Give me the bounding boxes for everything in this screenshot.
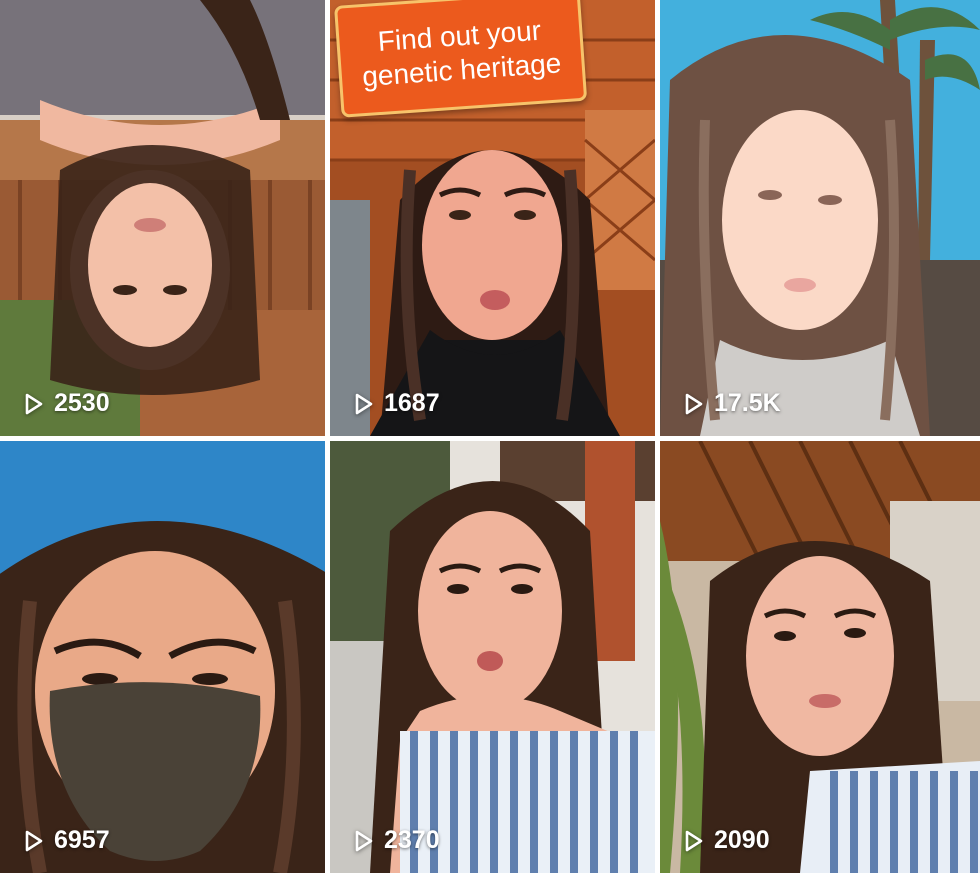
view-count-label: 1687 [384, 389, 440, 417]
video-thumbnail-2[interactable]: Find out your genetic heritage 1687 [330, 0, 655, 436]
video-thumbnail-4[interactable]: 6957 [0, 441, 325, 873]
play-outline-icon [355, 393, 373, 414]
view-count: 2370 [354, 826, 440, 855]
video-thumbnail-6[interactable]: 2090 [660, 441, 980, 873]
view-count-label: 2530 [54, 389, 110, 417]
view-count-label: 6957 [54, 826, 110, 854]
play-outline-icon [685, 393, 703, 414]
video-thumbnail-5[interactable]: 2370 [330, 441, 655, 873]
view-count: 6957 [24, 826, 110, 855]
thumbnail-image [330, 441, 655, 873]
view-count: 2090 [684, 826, 770, 855]
thumbnail-image [660, 441, 980, 873]
view-count: 1687 [354, 389, 440, 418]
thumbnail-image [660, 0, 980, 436]
play-outline-icon [355, 830, 373, 851]
play-outline-icon [25, 830, 43, 851]
view-count: 17.5K [684, 389, 781, 418]
video-thumbnail-3[interactable]: 17.5K [660, 0, 980, 436]
view-count-label: 2370 [384, 826, 440, 854]
video-thumbnail-1[interactable]: 2530 [0, 0, 325, 436]
view-count-label: 2090 [714, 826, 770, 854]
play-outline-icon [25, 393, 43, 414]
thumbnail-image [0, 0, 325, 436]
heritage-promo-banner: Find out your genetic heritage [334, 0, 588, 118]
video-grid: 2530 Find out your genetic heritage 1687… [0, 0, 980, 873]
thumbnail-image [0, 441, 325, 873]
view-count: 2530 [24, 389, 110, 418]
view-count-label: 17.5K [714, 389, 781, 417]
play-outline-icon [685, 830, 703, 851]
